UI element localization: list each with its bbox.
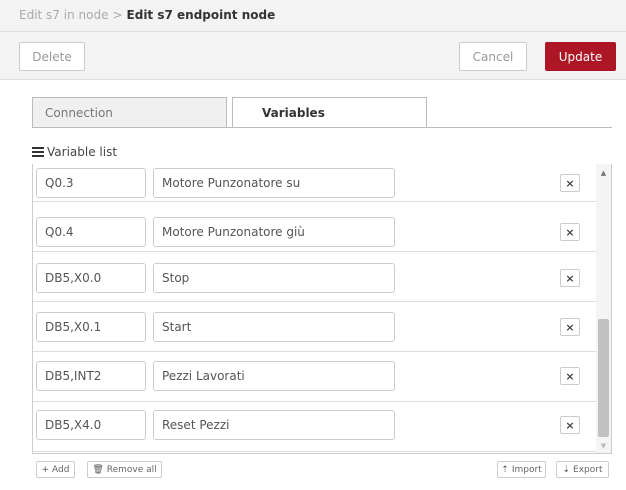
add-label: Add [52,464,70,475]
variable-address-input[interactable]: Q0.3 [36,168,146,198]
remove-all-button[interactable]: 🗑 Remove all [87,461,162,478]
variable-name-input[interactable]: Start [153,312,395,342]
variable-address-input[interactable]: DB5,INT2 [36,361,146,391]
remove-row-icon[interactable]: × [560,223,580,241]
scrollbar-thumb[interactable] [598,319,609,437]
download-icon: ⇣ [562,464,571,475]
variable-name-input[interactable]: Motore Punzonatore giù [153,217,395,247]
breadcrumb-current: Edit s7 endpoint node [126,8,276,22]
trash-icon: 🗑 [92,464,104,475]
variable-name-input[interactable]: Stop [153,263,395,293]
delete-button[interactable]: Delete [19,42,85,71]
variable-address-input[interactable]: DB5,X0.1 [36,312,146,342]
list-item: DB5,X0.1 Start × [33,302,596,352]
remove-row-icon[interactable]: × [560,318,580,336]
list-item: DB5,X4.0 Reset Pezzi × [33,402,596,452]
update-button[interactable]: Update [545,42,616,71]
remove-row-icon[interactable]: × [560,269,580,287]
breadcrumb-separator: > [112,8,123,22]
variable-name-input[interactable]: Motore Punzonatore su [153,168,395,198]
cancel-button[interactable]: Cancel [459,42,527,71]
list-scrollbar[interactable]: ▲ ▼ [596,164,611,453]
upload-icon: ⇡ [501,464,509,475]
scroll-down-icon[interactable]: ▼ [596,439,611,453]
export-label: Export [573,464,603,475]
plus-icon: + [41,464,50,475]
export-button[interactable]: ⇣ Export [556,461,609,478]
list-item: Q0.4 Motore Punzonatore giù × [33,202,596,252]
breadcrumb: Edit s7 in node > Edit s7 endpoint node [19,8,275,22]
variable-list-header: Variable list [32,145,117,159]
remove-row-icon[interactable]: × [560,416,580,434]
scroll-up-icon[interactable]: ▲ [596,166,611,180]
remove-row-icon[interactable]: × [560,174,580,192]
tab-bar: Connection Variables [32,97,612,128]
tab-connection[interactable]: Connection [32,97,227,128]
remove-all-label: Remove all [106,464,157,475]
tab-divider [32,127,612,128]
import-label: Import [511,464,542,475]
variable-address-input[interactable]: DB5,X4.0 [36,410,146,440]
add-button[interactable]: + Add [36,461,75,478]
variable-list[interactable]: Q0.3 Motore Punzonatore su × Q0.4 Motore… [32,164,612,454]
breadcrumb-parent[interactable]: Edit s7 in node [19,8,108,22]
list-icon [32,147,44,157]
editor-header: Edit s7 in node > Edit s7 endpoint node [0,0,626,32]
variable-list-title: Variable list [47,145,118,159]
list-item: DB5,X0.0 Stop × [33,252,596,302]
list-item: DB5,INT2 Pezzi Lavorati × [33,352,596,402]
editor-toolbar: Delete Cancel Update [0,32,626,80]
remove-row-icon[interactable]: × [560,367,580,385]
variable-address-input[interactable]: DB5,X0.0 [36,263,146,293]
list-item: Q0.3 Motore Punzonatore su × [33,164,596,202]
variable-name-input[interactable]: Pezzi Lavorati [153,361,395,391]
variable-address-input[interactable]: Q0.4 [36,217,146,247]
import-button[interactable]: ⇡ Import [497,461,546,478]
variable-name-input[interactable]: Reset Pezzi [153,410,395,440]
tab-variables[interactable]: Variables [232,97,427,128]
